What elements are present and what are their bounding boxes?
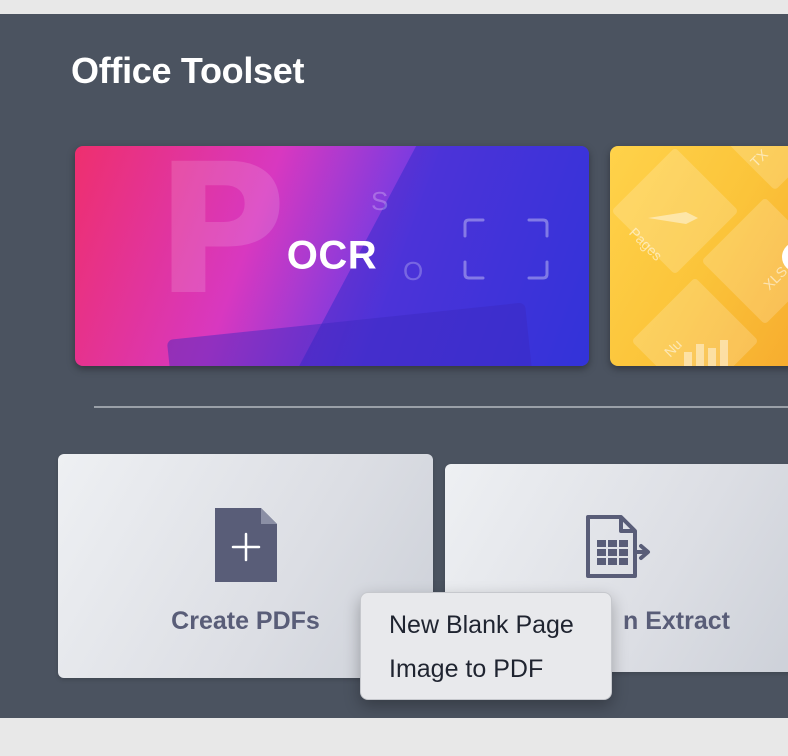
bar-chart-icon (684, 340, 728, 366)
ocr-card-label: OCR (286, 233, 378, 278)
create-pdfs-context-menu: New Blank Page Image to PDF (360, 592, 612, 700)
menu-item-image-to-pdf[interactable]: Image to PDF (361, 651, 611, 695)
document-plus-icon (215, 508, 277, 582)
section-divider (94, 406, 788, 408)
window-bottom-strip (0, 718, 788, 756)
main-panel: Office Toolset P S O OCR TX Pages XLS Nu (0, 14, 788, 718)
pen-icon (648, 212, 698, 224)
ocr-card[interactable]: P S O OCR (75, 146, 589, 366)
ocr-card-glyph: S (371, 186, 389, 216)
window-top-strip (0, 0, 788, 14)
menu-item-new-blank-page[interactable]: New Blank Page (361, 607, 611, 651)
table-export-icon (586, 515, 650, 578)
convert-card[interactable]: TX Pages XLS Nu (610, 146, 788, 366)
page-title: Office Toolset (71, 50, 305, 91)
